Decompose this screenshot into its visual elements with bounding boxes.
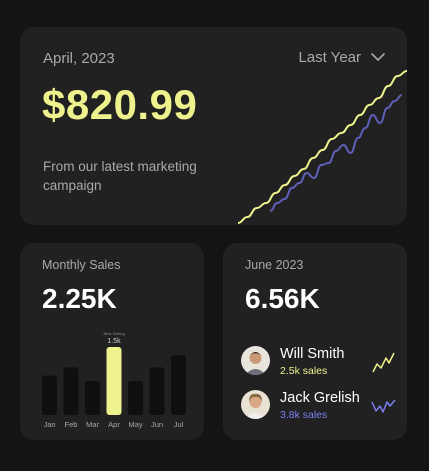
chevron-down-icon — [371, 53, 385, 62]
chart-data-label: 1.5k — [107, 338, 121, 345]
chart-tick-label: Jul — [174, 420, 184, 429]
chart-tick-label: Apr — [108, 420, 120, 429]
person-name: Jack Grelish — [280, 390, 360, 406]
june-value: 6.56K — [245, 283, 320, 314]
chart-bar[interactable] — [85, 381, 100, 415]
monthly-sales-value: 2.25K — [42, 283, 117, 314]
chart-bar[interactable] — [171, 355, 186, 415]
chart-bar[interactable] — [42, 375, 57, 415]
chart-series-line-1 — [269, 94, 403, 212]
chart-tick-label: Jun — [151, 420, 163, 429]
list-item[interactable]: Jack Grelish 3.8k sales — [241, 388, 401, 424]
june-title: June 2023 — [245, 258, 304, 272]
sparkline-icon — [371, 399, 396, 413]
revenue-description: From our latest marketing campaign — [43, 159, 197, 193]
chart-bar[interactable] — [106, 347, 122, 415]
june-sales-card: June 2023 6.56K Will Smith 2.5k sales Ja… — [223, 243, 407, 440]
revenue-date: April, 2023 — [43, 50, 115, 67]
avatar — [241, 390, 270, 419]
chart-tick-label: Mar — [86, 420, 99, 429]
chart-bar[interactable] — [128, 381, 143, 415]
avatar — [241, 346, 270, 375]
sparkline-icon — [372, 352, 395, 373]
list-item[interactable]: Will Smith 2.5k sales — [241, 344, 401, 380]
revenue-line-chart — [237, 70, 407, 224]
chart-tick-label: Feb — [65, 420, 78, 429]
monthly-sales-title: Monthly Sales — [42, 258, 121, 272]
monthly-sales-card: Monthly Sales 2.25K Jan Feb Mar Apr Best Sel… — [20, 243, 204, 440]
revenue-card: April, 2023 Last Year $820.99 From our l… — [20, 27, 407, 225]
chart-tick-label: May — [128, 420, 142, 429]
monthly-sales-bar-chart: Jan Feb Mar Apr Best Selling 1.5k May Jun Jul — [42, 331, 186, 429]
period-dropdown[interactable]: Last Year — [298, 49, 385, 66]
chart-series-line-0 — [237, 70, 407, 224]
chart-tick-label: Jan — [43, 420, 55, 429]
chart-bar[interactable] — [63, 367, 79, 415]
person-name: Will Smith — [280, 346, 345, 362]
person-sales: 3.8k sales — [280, 409, 328, 421]
person-sales: 2.5k sales — [280, 365, 328, 377]
period-dropdown-label: Last Year — [298, 49, 361, 66]
revenue-amount: $820.99 — [42, 81, 198, 128]
chart-bar[interactable] — [149, 367, 165, 415]
chart-tooltip-caption: Best Selling — [103, 331, 124, 336]
